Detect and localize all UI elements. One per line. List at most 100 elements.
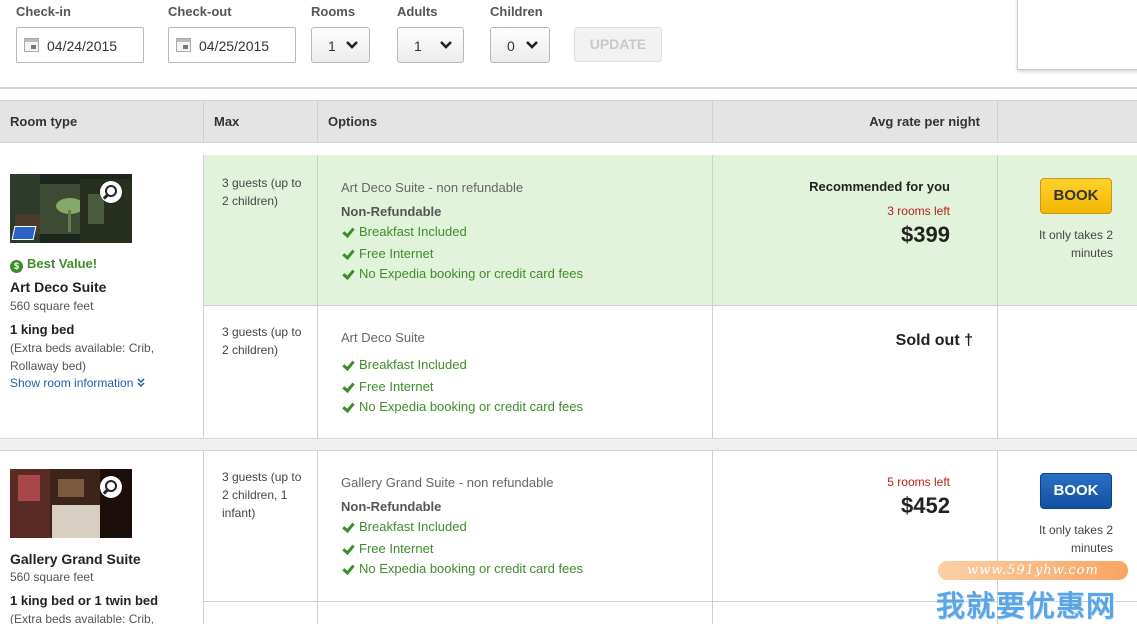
checkmark-icon (341, 268, 354, 279)
chevron-down-icon (526, 41, 538, 49)
best-value-label: $ Best Value! (10, 256, 97, 273)
room-photo[interactable] (10, 469, 132, 538)
update-button[interactable]: UPDATE (574, 27, 662, 62)
rate-title: Art Deco Suite (341, 330, 425, 345)
sold-out-label: Sold out † (895, 332, 973, 349)
max-guests: 3 guests (up to 2 children, 1 infant) (222, 470, 302, 520)
checkmark-icon (341, 226, 354, 237)
feature-item: No Expedia booking or credit card fees (341, 561, 583, 576)
options-cell: Art Deco Suite Breakfast Included Free I… (318, 306, 713, 438)
chevron-down-icon (440, 41, 452, 49)
rate-title: Art Deco Suite - non refundable (341, 180, 524, 195)
room-bed: 1 king bed (10, 322, 75, 337)
calendar-icon (24, 38, 39, 52)
rate-row: 3 guests (up to 2 children) Art Deco Sui… (204, 155, 1137, 306)
room-photo[interactable] (10, 174, 132, 243)
side-panel (1017, 0, 1137, 70)
room-extra-beds: (Extra beds available: Crib, (10, 612, 155, 624)
header-max: Max (204, 101, 318, 143)
watermark-text: 我就要优惠网 (936, 591, 1117, 623)
checkout-value: 04/25/2015 (199, 38, 270, 54)
checkin-input[interactable]: 04/24/2015 (16, 27, 144, 63)
feature-text: Breakfast Included (359, 519, 467, 534)
show-room-info-link[interactable]: Show room information (10, 376, 145, 390)
checkmark-icon (341, 521, 354, 532)
search-bar: Check-in 04/24/2015 Check-out 04/25/2015… (0, 0, 1137, 88)
feature-item: Breakfast Included (341, 519, 467, 534)
adults-label: Adults (397, 4, 438, 19)
watermark: www.591yhw.com 我就要优惠网 (934, 561, 1134, 624)
best-value-text: Best Value! (27, 256, 98, 271)
feature-item: Free Internet (341, 541, 433, 556)
max-guests: 3 guests (up to 2 children) (222, 176, 302, 208)
calendar-icon (176, 38, 191, 52)
book-note: It only takes 2 minutes (1038, 523, 1113, 555)
book-button[interactable]: BOOK (1040, 473, 1112, 509)
children-select[interactable]: 0 (490, 27, 550, 63)
book-note: It only takes 2 minutes (1038, 228, 1113, 260)
feature-item: No Expedia booking or credit card fees (341, 399, 583, 414)
options-cell: Art Deco Suite - non refundable Non-Refu… (318, 155, 713, 305)
show-room-info-text: Show room information (10, 376, 134, 390)
max-guests: 3 guests (up to 2 children) (222, 325, 302, 357)
room-table-header: Room type Max Options Avg rate per night (0, 100, 1137, 143)
rooms-label: Rooms (311, 4, 356, 19)
room-size: 560 square feet (10, 299, 94, 313)
feature-text: No Expedia booking or credit card fees (359, 561, 584, 576)
room-info: Gallery Grand Suite 560 square feet 1 ki… (0, 451, 204, 624)
rate-subtitle: Non-Refundable (341, 499, 442, 514)
checkout-label: Check-out (168, 4, 232, 19)
room-info: $ Best Value! Art Deco Suite 560 square f… (0, 155, 204, 439)
room-name: Art Deco Suite (10, 279, 107, 295)
feature-text: Free Internet (359, 379, 434, 394)
zoom-icon[interactable] (100, 181, 122, 203)
zoom-icon[interactable] (100, 476, 122, 498)
feature-text: Free Internet (359, 246, 434, 261)
options-cell: Gallery Grand Suite - non refundable Non… (318, 451, 713, 601)
checkmark-icon (341, 381, 354, 392)
checkin-value: 04/24/2015 (47, 38, 118, 54)
feature-text: No Expedia booking or credit card fees (359, 266, 584, 281)
max-cell (204, 602, 318, 624)
room-bed: 1 king bed or 1 twin bed (10, 593, 159, 608)
book-cell: BOOK It only takes 2 minutes (998, 155, 1137, 305)
checkin-label: Check-in (16, 4, 71, 19)
feature-text: Breakfast Included (359, 224, 467, 239)
rate-row: 3 guests (up to 2 children) Art Deco Sui… (204, 306, 1137, 439)
children-label: Children (490, 4, 543, 19)
room-extra-beds: (Extra beds available: Crib, Rollaway be… (10, 341, 155, 373)
feature-item: Free Internet (341, 379, 433, 394)
checkmark-icon (341, 563, 354, 574)
header-options: Options (318, 101, 713, 143)
checkmark-icon (341, 359, 354, 370)
checkmark-icon (341, 248, 354, 259)
book-button[interactable]: BOOK (1040, 178, 1112, 214)
rooms-left: 5 rooms left (887, 475, 950, 489)
double-chevron-down-icon (137, 378, 145, 388)
dollar-coin-icon: $ (10, 260, 23, 273)
book-cell (998, 306, 1137, 438)
checkout-input[interactable]: 04/25/2015 (168, 27, 296, 63)
max-cell: 3 guests (up to 2 children, 1 infant) (204, 451, 318, 601)
adults-select[interactable]: 1 (397, 27, 464, 63)
adults-value: 1 (414, 38, 422, 54)
feature-item: No Expedia booking or credit card fees (341, 266, 583, 281)
feature-item: Breakfast Included (341, 224, 467, 239)
max-cell: 3 guests (up to 2 children) (204, 306, 318, 438)
header-rate: Avg rate per night (713, 101, 998, 143)
checkmark-icon (341, 401, 354, 412)
feature-text: No Expedia booking or credit card fees (359, 399, 584, 414)
room-name: Gallery Grand Suite (10, 551, 141, 567)
chevron-down-icon (346, 41, 358, 49)
room-size: 560 square feet (10, 570, 94, 584)
rate-cell: Sold out † (713, 306, 998, 438)
checkmark-icon (341, 543, 354, 554)
divider (0, 87, 1137, 89)
feature-text: Free Internet (359, 541, 434, 556)
room-group-art-deco: $ Best Value! Art Deco Suite 560 square f… (0, 155, 1137, 439)
price: $452 (901, 493, 950, 518)
rooms-select[interactable]: 1 (311, 27, 370, 63)
rate-title: Gallery Grand Suite - non refundable (341, 475, 554, 490)
children-value: 0 (507, 38, 515, 54)
rooms-value: 1 (328, 38, 336, 54)
